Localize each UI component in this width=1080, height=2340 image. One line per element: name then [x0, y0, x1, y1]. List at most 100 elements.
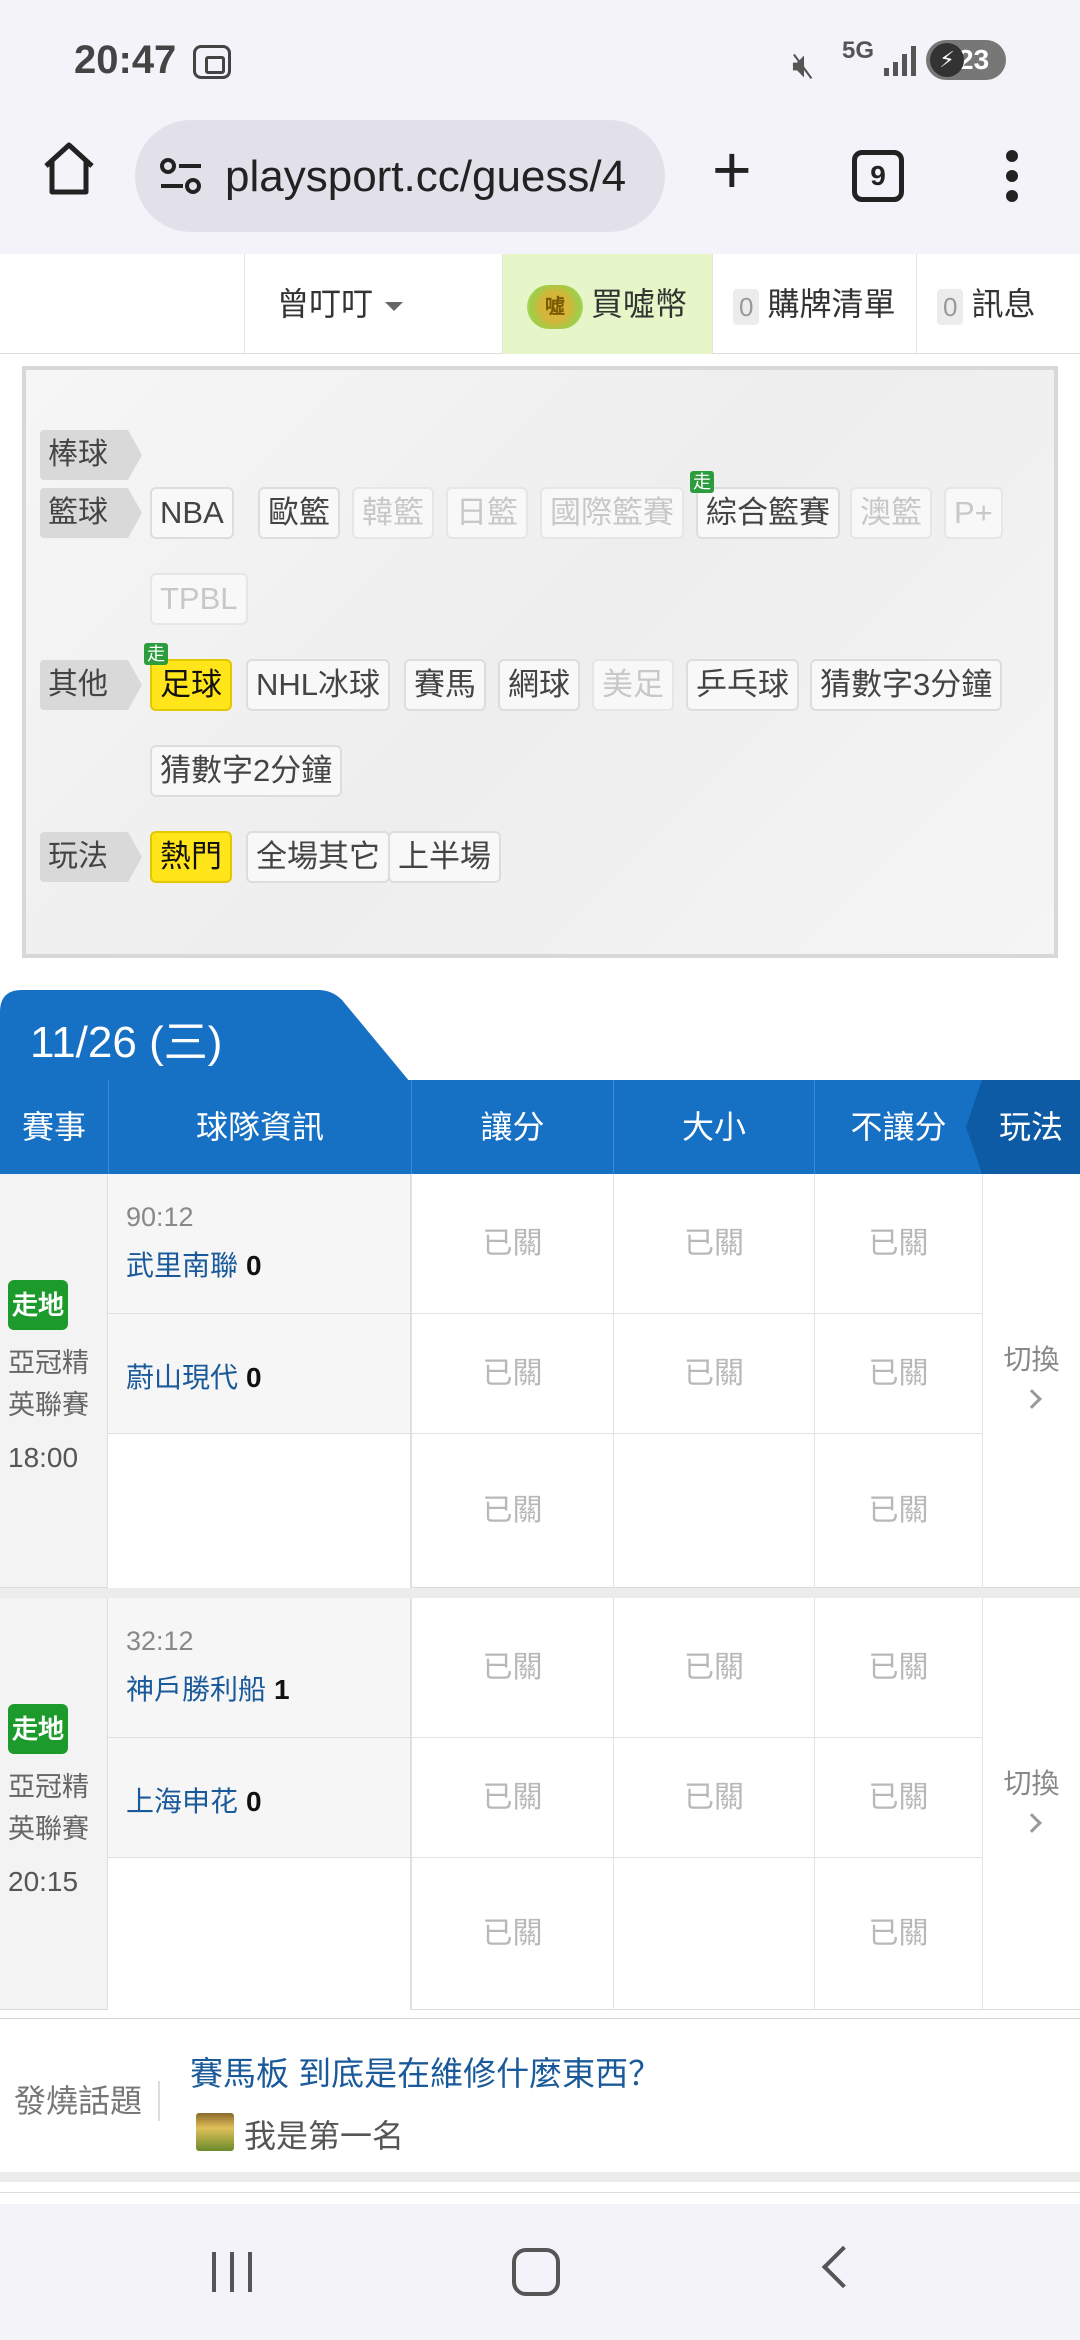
messages-link[interactable]: 0 訊息: [916, 254, 1080, 354]
odds-cell-closed: 已關: [814, 1174, 982, 1314]
home-team[interactable]: 武里南聯 0: [126, 1244, 262, 1284]
chevron-right-icon: [1021, 1389, 1042, 1409]
recent-apps-icon[interactable]: [212, 2252, 256, 2292]
site-settings-icon[interactable]: [159, 156, 203, 196]
battery-indicator: ⚡ 23: [926, 40, 1006, 80]
match-event-cell: 走地 亞冠精英聯賽 20:15: [0, 1598, 108, 2009]
league-name: 亞冠精英聯賽: [8, 1348, 89, 1420]
category-label-other[interactable]: 其他: [40, 660, 142, 710]
network-type: 5G: [842, 37, 875, 64]
odds-cell-empty: [613, 1858, 814, 2010]
odds-cell-closed: 已關: [814, 1434, 982, 1588]
match-event-cell: 走地 亞冠精英聯賽 18:00: [0, 1174, 108, 1587]
category-label-basketball[interactable]: 籃球: [40, 488, 142, 538]
header-team-info: 球隊資訊: [108, 1080, 411, 1174]
hot-topic-link[interactable]: 賽馬板 到底是在維修什麼東西？: [190, 2047, 661, 2095]
match-time: 20:15: [8, 1866, 79, 1897]
chip-p-plus[interactable]: P+: [944, 487, 1003, 539]
odds-cell-closed: 已關: [411, 1738, 613, 1858]
header-moneyline: 不讓分: [814, 1080, 982, 1174]
match-row: 走地 亞冠精英聯賽 18:00 90:12 武里南聯 0 蔚山現代 0 已關 已關 …: [0, 1174, 1080, 1588]
category-label-baseball[interactable]: 棒球: [40, 430, 142, 480]
odds-cell-closed: 已關: [613, 1174, 814, 1314]
odds-cell-closed: 已關: [411, 1174, 613, 1314]
switch-button[interactable]: 切換: [982, 1598, 1080, 2010]
address-bar[interactable]: playsport.cc/guess/4: [135, 120, 665, 232]
signal-icon: [884, 44, 920, 76]
odds-cell-closed: 已關: [411, 1314, 613, 1434]
chip-horse-racing[interactable]: 賽馬: [404, 659, 486, 711]
system-nav-bar: [0, 2204, 1080, 2340]
new-tab-button[interactable]: +: [712, 136, 752, 204]
team-cell-draw: [108, 1434, 411, 1588]
odds-cell-closed: 已關: [411, 1598, 613, 1738]
odds-table-header: 賽事 球隊資訊 讓分 大小 不讓分 玩法: [0, 1080, 1080, 1174]
chip-label: 綜合籃賽: [706, 495, 830, 530]
chip-aus-basketball[interactable]: 澳籃: [850, 487, 932, 539]
chip-tennis[interactable]: 網球: [498, 659, 580, 711]
chevron-right-icon: [1021, 1813, 1042, 1833]
site-top-nav: 曾叮叮 噓買噓幣 0 購牌清單 0 訊息: [0, 254, 1080, 354]
back-icon[interactable]: [821, 2245, 865, 2289]
tab-switcher-button[interactable]: 9: [852, 150, 904, 202]
browser-toolbar: playsport.cc/guess/4 + 9: [0, 120, 1080, 254]
team-cell-home: 32:12 神戶勝利船 1: [108, 1598, 411, 1738]
buy-coin-label: 買噓幣: [591, 286, 688, 322]
coin-icon: 噓: [527, 284, 583, 329]
chip-euro-basketball[interactable]: 歐籃: [258, 487, 340, 539]
username: 曾叮叮: [277, 286, 374, 322]
avatar: [196, 2113, 234, 2151]
match-row: 走地 亞冠精英聯賽 20:15 32:12 神戶勝利船 1 上海申花 0 已關 已關…: [0, 1598, 1080, 2010]
status-time: 20:47: [74, 38, 177, 82]
category-label-play[interactable]: 玩法: [40, 832, 142, 882]
chip-table-tennis[interactable]: 乒乓球: [686, 659, 799, 711]
chip-intl-basketball[interactable]: 國際籃賽: [540, 487, 684, 539]
switch-label: 切換: [1003, 1768, 1060, 1799]
message-count: 0: [937, 288, 964, 325]
chip-nba[interactable]: NBA: [150, 487, 234, 539]
away-team[interactable]: 上海申花 0: [126, 1780, 262, 1820]
user-menu[interactable]: 曾叮叮: [244, 254, 502, 354]
away-team[interactable]: 蔚山現代 0: [126, 1356, 262, 1396]
table-continuation: [0, 2192, 1080, 2204]
mute-icon: 🔇︎: [792, 44, 815, 85]
cart-label: 購牌清單: [767, 286, 896, 322]
team-cell-home: 90:12 武里南聯 0: [108, 1174, 411, 1314]
chip-soccer[interactable]: 走 足球: [144, 643, 232, 711]
chip-american-football[interactable]: 美足: [592, 659, 674, 711]
home-score: 0: [246, 1250, 262, 1281]
chip-hot[interactable]: 熱門: [150, 831, 232, 883]
odds-cell-closed: 已關: [411, 1434, 613, 1588]
odds-cell-closed: 已關: [613, 1738, 814, 1858]
buy-coin-button[interactable]: 噓買噓幣: [502, 254, 712, 354]
chip-full-other[interactable]: 全場其它: [246, 831, 390, 883]
header-play[interactable]: 玩法: [966, 1080, 1080, 1174]
odds-cell-closed: 已關: [613, 1598, 814, 1738]
sport-category-panel: 棒球 籃球 NBA 歐籃 韓籃 日籃 國際籃賽 走 綜合籃賽 澳籃 P+ TPB…: [22, 366, 1058, 958]
chip-first-half[interactable]: 上半場: [388, 831, 501, 883]
home-icon[interactable]: [40, 140, 98, 198]
url-text[interactable]: playsport.cc/guess/4: [225, 152, 650, 202]
chip-japan-basketball[interactable]: 日籃: [446, 487, 528, 539]
live-tag: 走: [144, 643, 168, 665]
topic-author[interactable]: 我是第一名: [244, 2111, 404, 2157]
browser-menu-icon[interactable]: [1000, 150, 1024, 210]
chip-mixed-basketball[interactable]: 走 綜合籃賽: [690, 471, 840, 539]
row-divider: [0, 1588, 1080, 1598]
chip-guess-2min[interactable]: 猜數字2分鐘: [150, 745, 343, 797]
cart-link[interactable]: 0 購牌清單: [712, 254, 916, 354]
odds-cell-closed: 已關: [613, 1314, 814, 1434]
odds-cell-closed: 已關: [814, 1858, 982, 2010]
messages-label: 訊息: [971, 286, 1036, 322]
chip-tpbl[interactable]: TPBL: [150, 573, 248, 625]
chip-nhl[interactable]: NHL冰球: [246, 659, 391, 711]
chip-guess-3min[interactable]: 猜數字3分鐘: [810, 659, 1003, 711]
home-nav-icon[interactable]: [512, 2248, 560, 2296]
away-score: 0: [246, 1786, 262, 1817]
date-label: 11/26 (三): [30, 1018, 223, 1067]
switch-button[interactable]: 切換: [982, 1174, 1080, 1588]
chip-korea-basketball[interactable]: 韓籃: [352, 487, 434, 539]
odds-cell-empty: [613, 1434, 814, 1588]
switch-label: 切換: [1003, 1344, 1060, 1375]
home-team[interactable]: 神戶勝利船 1: [126, 1668, 290, 1708]
